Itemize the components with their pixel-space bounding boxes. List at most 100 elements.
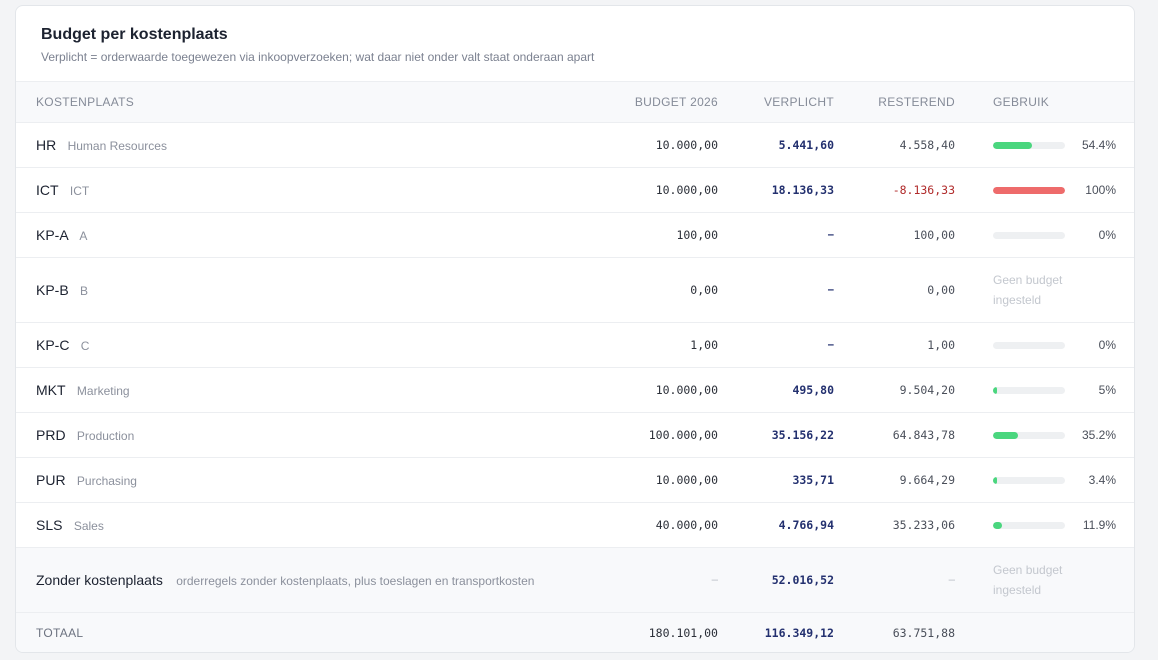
usage-bar xyxy=(993,431,1065,439)
unassigned-committed: 52.016,52 xyxy=(771,573,834,587)
usage-cell: 54.4% xyxy=(955,123,1134,168)
unassigned-row: Zonder kostenplaats orderregels zonder k… xyxy=(16,547,1134,613)
col-kostenplaats: KOSTENPLAATS xyxy=(36,95,135,109)
cost-center-code: KP-B xyxy=(36,282,69,298)
cost-center-name: B xyxy=(80,284,89,298)
col-budget: BUDGET 2026 xyxy=(634,95,718,109)
usage-cell: Geen budget ingesteld xyxy=(955,258,1134,323)
usage-cell: 0% xyxy=(955,323,1134,368)
cost-center-cell: MKT Marketing xyxy=(16,368,596,413)
cost-center-name: A xyxy=(79,229,88,243)
total-committed: 116.349,12 xyxy=(764,625,834,640)
remaining-value: 100,00 xyxy=(913,228,955,242)
cost-center-cell: PUR Purchasing xyxy=(16,458,596,503)
unassigned-description: orderregels zonder kostenplaats, plus to… xyxy=(176,574,535,588)
usage-cell: 100% xyxy=(955,168,1134,213)
budget-value: 100.000,00 xyxy=(648,428,718,442)
unassigned-label: Zonder kostenplaats xyxy=(36,572,163,588)
cost-center-cell: PRD Production xyxy=(16,413,596,458)
cost-center-cell: KP-A A xyxy=(16,213,596,258)
committed-value: 5.441,60 xyxy=(778,138,834,152)
usage-bar xyxy=(993,231,1065,239)
col-gebruik: GEBRUIK xyxy=(993,95,1050,109)
cost-center-code: MKT xyxy=(36,382,66,398)
usage-bar-fill xyxy=(993,431,1018,439)
cost-center-name: Purchasing xyxy=(76,474,137,488)
committed-value: 335,71 xyxy=(792,473,834,487)
committed-value: – xyxy=(827,229,834,241)
usage-bar xyxy=(993,341,1065,349)
total-row: TOTAAL 180.101,00 116.349,12 63.751,88 xyxy=(16,612,1134,653)
remaining-value: 9.504,20 xyxy=(899,383,955,397)
no-budget-label: Geen budget ingesteld xyxy=(993,563,1063,597)
cost-center-code: SLS xyxy=(36,517,63,533)
remaining-value: 9.664,29 xyxy=(899,473,955,487)
cost-center-cell: KP-C C xyxy=(16,323,596,368)
committed-value: 35.156,22 xyxy=(771,428,834,442)
budget-value: 40.000,00 xyxy=(655,518,718,532)
cost-center-name: Production xyxy=(76,429,135,443)
budget-value: 10.000,00 xyxy=(655,183,718,197)
usage-bar-fill xyxy=(993,141,1032,149)
budget-value: 10.000,00 xyxy=(655,473,718,487)
cost-center-code: HR xyxy=(36,137,57,153)
unassigned-budget: – xyxy=(711,574,718,586)
cost-center-code: PUR xyxy=(36,472,66,488)
usage-cell: Geen budget ingesteld xyxy=(955,548,1134,613)
budget-table: KOSTENPLAATS BUDGET 2026 VERPLICHT RESTE… xyxy=(16,81,1134,653)
total-usage xyxy=(955,613,1134,653)
usage-percent: 0% xyxy=(1098,338,1116,352)
cost-center-name: Marketing xyxy=(76,384,130,398)
usage-cell: 0% xyxy=(955,213,1134,258)
remaining-value: 0,00 xyxy=(927,283,955,297)
budget-value: 10.000,00 xyxy=(655,383,718,397)
cost-center-cell: SLS Sales xyxy=(16,503,596,548)
cost-center-code: KP-A xyxy=(36,227,69,243)
usage-bar-fill xyxy=(993,521,1002,529)
table-row: PRD Production 100.000,00 35.156,22 64.8… xyxy=(16,413,1134,458)
cost-center-cell: KP-B B xyxy=(16,258,596,323)
cost-center-cell: ICT ICT xyxy=(16,168,596,213)
no-budget-label: Geen budget ingesteld xyxy=(993,273,1063,307)
budget-value: 10.000,00 xyxy=(655,138,718,152)
table-row: KP-B B 0,00 – 0,00 Geen budget ingesteld xyxy=(16,258,1134,323)
card-title: Budget per kostenplaats xyxy=(41,26,228,43)
usage-percent: 35.2% xyxy=(1081,428,1116,442)
total-label: TOTAAL xyxy=(36,625,84,640)
remaining-value: 35.233,06 xyxy=(892,518,955,532)
usage-percent: 3.4% xyxy=(1088,473,1116,487)
cost-center-name: C xyxy=(80,339,90,353)
usage-bar-fill xyxy=(993,476,997,484)
usage-bar xyxy=(993,186,1065,194)
table-body: HR Human Resources 10.000,00 5.441,60 4.… xyxy=(16,123,1134,613)
remaining-value: 64.843,78 xyxy=(892,428,955,442)
card-subtitle: Verplicht = orderwaarde toegewezen via i… xyxy=(41,50,595,64)
budget-value: 0,00 xyxy=(690,283,718,297)
table-row: SLS Sales 40.000,00 4.766,94 35.233,06 1… xyxy=(16,503,1134,548)
unassigned-cell: Zonder kostenplaats orderregels zonder k… xyxy=(16,548,596,613)
table-row: MKT Marketing 10.000,00 495,80 9.504,20 … xyxy=(16,368,1134,413)
usage-percent: 100% xyxy=(1085,183,1116,197)
cost-center-code: PRD xyxy=(36,427,66,443)
total-remaining: 63.751,88 xyxy=(892,625,955,640)
usage-percent: 11.9% xyxy=(1082,518,1116,532)
usage-bar xyxy=(993,141,1065,149)
committed-value: – xyxy=(827,284,834,296)
committed-value: 495,80 xyxy=(792,383,834,397)
usage-bar-fill xyxy=(993,386,997,394)
usage-percent: 54.4% xyxy=(1081,138,1116,152)
budget-value: 1,00 xyxy=(690,338,718,352)
usage-bar xyxy=(993,521,1065,529)
budget-value: 100,00 xyxy=(676,228,718,242)
usage-cell: 11.9% xyxy=(955,503,1134,548)
usage-bar-fill xyxy=(993,186,1065,194)
col-verplicht: VERPLICHT xyxy=(763,95,834,109)
table-row: KP-A A 100,00 – 100,00 0% xyxy=(16,213,1134,258)
usage-percent: 0% xyxy=(1098,228,1116,242)
committed-value: 18.136,33 xyxy=(771,183,834,197)
committed-value: – xyxy=(827,339,834,351)
cost-center-name: Human Resources xyxy=(67,139,167,153)
budget-card: Budget per kostenplaats Verplicht = orde… xyxy=(15,5,1135,653)
total-budget: 180.101,00 xyxy=(648,625,718,640)
usage-percent: 5% xyxy=(1098,383,1116,397)
